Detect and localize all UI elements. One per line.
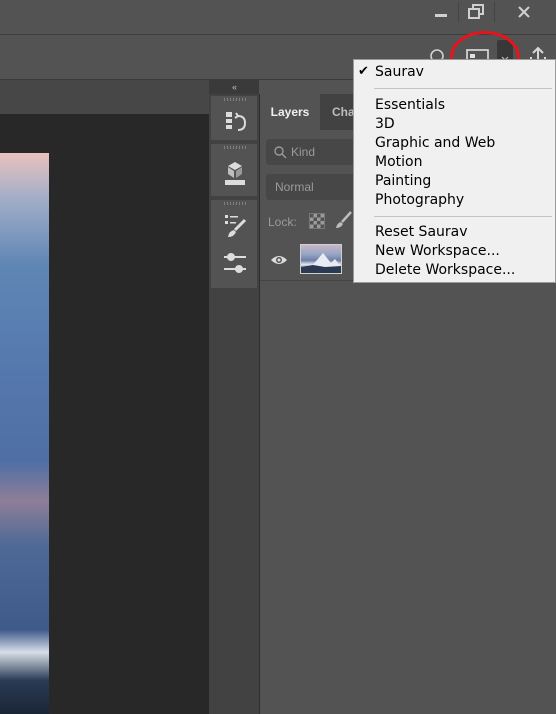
3d-icon [225, 162, 245, 185]
search-icon [274, 146, 287, 159]
dock-group-history [211, 96, 257, 140]
menu-item-reset-workspace[interactable]: Reset Saurav [375, 223, 468, 242]
drag-grip[interactable] [224, 146, 246, 149]
layer-visibility-toggle[interactable] [270, 253, 288, 267]
dock-group-3d [211, 144, 257, 196]
kind-filter-label: Kind [291, 145, 316, 159]
minimize-icon [435, 14, 447, 17]
adjustments-button[interactable] [221, 250, 249, 276]
mountain-thumbnail-image [301, 253, 341, 273]
lock-label: Lock: [268, 215, 297, 229]
menu-item-motion[interactable]: Motion [375, 153, 422, 172]
collapse-panels-button[interactable]: ‹‹ [209, 80, 259, 94]
window-button-divider [458, 2, 459, 22]
title-bar [0, 0, 556, 35]
brush-settings-icon [225, 215, 247, 237]
lock-image-pixels-button[interactable] [334, 210, 352, 230]
panel-icon-dock [209, 94, 260, 714]
collapse-arrows-icon: ‹‹ [232, 82, 237, 92]
drag-grip[interactable] [224, 202, 246, 205]
close-button[interactable] [500, 0, 548, 24]
layer-thumbnail[interactable] [300, 244, 342, 274]
menu-item-delete-workspace[interactable]: Delete Workspace... [375, 261, 515, 280]
brush-settings-button[interactable] [221, 212, 249, 238]
document-canvas[interactable] [0, 153, 49, 714]
brush-icon [336, 211, 352, 228]
menu-item-saurav[interactable]: Saurav [375, 63, 424, 82]
blend-mode-value: Normal [275, 180, 314, 194]
document-tab-bar [0, 80, 209, 114]
history-icon [226, 112, 247, 131]
adjustments-icon [224, 253, 246, 273]
window-button-divider [494, 2, 495, 22]
menu-separator [374, 88, 552, 89]
menu-separator [374, 216, 552, 217]
minimize-button[interactable] [426, 0, 456, 24]
kind-filter-select[interactable] [266, 139, 366, 165]
history-button[interactable] [221, 110, 249, 136]
lock-transparent-pixels-icon[interactable] [309, 213, 325, 229]
menu-item-3d[interactable]: 3D [375, 115, 395, 134]
menu-item-essentials[interactable]: Essentials [375, 96, 445, 115]
restore-icon [468, 4, 484, 19]
dock-group-brushes [211, 200, 257, 288]
menu-item-graphic-and-web[interactable]: Graphic and Web [375, 134, 495, 153]
menu-item-new-workspace[interactable]: New Workspace... [375, 242, 500, 261]
checkmark-icon: ✔ [358, 64, 369, 79]
3d-button[interactable] [221, 160, 249, 186]
workspace-menu: ✔ Saurav Essentials 3D Graphic and Web M… [353, 59, 556, 283]
menu-item-painting[interactable]: Painting [375, 172, 431, 191]
tab-layers[interactable]: Layers [260, 94, 320, 130]
restore-button[interactable] [460, 0, 492, 24]
eye-icon [271, 256, 287, 264]
close-icon [518, 6, 530, 18]
menu-item-photography[interactable]: Photography [375, 191, 464, 210]
drag-grip[interactable] [224, 98, 246, 101]
